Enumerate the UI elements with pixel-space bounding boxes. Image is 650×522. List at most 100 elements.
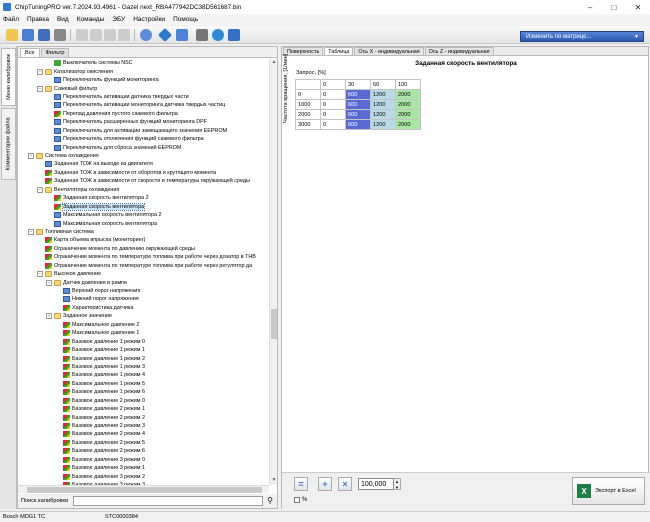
scroll-down-icon[interactable]: ▼	[270, 477, 278, 485]
menu-item-1[interactable]: Правка	[27, 16, 49, 23]
cut-icon[interactable]	[76, 29, 88, 41]
tree-item[interactable]: Базовое давление 2 режим 2	[18, 413, 268, 421]
tree-item[interactable]: Переключатель для активации замещающего …	[18, 127, 268, 135]
expand-toggle-icon[interactable]: -	[37, 68, 43, 75]
tab-axis-z[interactable]: Ось Z - индивидуальная	[424, 47, 494, 55]
side-tab-file-comments[interactable]: Комментарии файла	[1, 108, 16, 180]
map-cell[interactable]: 600	[345, 89, 371, 100]
tree-item[interactable]: Базовое давление 3 режим 1	[18, 464, 268, 472]
tree-item[interactable]: Заданная скорость вентилятора	[18, 202, 268, 211]
save-as-icon[interactable]	[38, 29, 50, 41]
save-icon[interactable]	[22, 29, 34, 41]
checkbox-box[interactable]	[294, 497, 300, 503]
map-cell[interactable]: 2000	[395, 109, 421, 120]
tree-item[interactable]: Переключатель активации мониторинга датч…	[18, 101, 268, 109]
tree-item[interactable]: Базовое давление 3 режим 2	[18, 472, 268, 480]
tree-item[interactable]: Ограничение момента по температуре топли…	[18, 262, 268, 270]
tree-item[interactable]: Базовое давление 2 режим 1	[18, 405, 268, 413]
tree-item[interactable]: Характеристика датчика	[18, 304, 268, 312]
tree-item[interactable]: Ограничение момента по давлению окружающ…	[18, 245, 268, 253]
hscroll-thumb[interactable]	[27, 487, 262, 493]
map-cell[interactable]: 0	[320, 99, 346, 110]
equals-icon[interactable]: =	[294, 477, 308, 491]
menu-item-3[interactable]: Команды	[77, 16, 105, 23]
tree-item[interactable]: - Сажевый фильтр	[18, 84, 268, 92]
tree-item[interactable]: Переключатель расширенных функций монито…	[18, 118, 268, 126]
tree-item[interactable]: Заданная ТОЖ в зависимости от скорости и…	[18, 177, 268, 185]
ecu-icon[interactable]	[228, 29, 240, 41]
menu-item-4[interactable]: ЭБУ	[112, 16, 125, 23]
tree-item[interactable]: Базовое давление 1 режим 1	[18, 346, 268, 354]
menu-item-5[interactable]: Настройки	[133, 16, 165, 23]
tree-item[interactable]: Заданная скорость вентилятора 2	[18, 194, 268, 202]
undo-icon[interactable]	[118, 29, 130, 41]
map-cell[interactable]: 600	[345, 99, 371, 110]
expand-toggle-icon[interactable]: -	[37, 85, 43, 92]
menu-item-0[interactable]: Файл	[3, 16, 19, 23]
minimize-button[interactable]: –	[578, 0, 602, 14]
tree-item[interactable]: Переключатель для сброса значений EEPROM	[18, 143, 268, 151]
expand-toggle-icon[interactable]: -	[28, 153, 34, 160]
tree-horizontal-scrollbar[interactable]	[18, 485, 269, 493]
paste-icon[interactable]	[104, 29, 116, 41]
value-spinner[interactable]: ▲ ▼	[394, 478, 401, 490]
tab-axis-x[interactable]: Ось X - индивидуальная	[354, 47, 424, 55]
tree-item[interactable]: Максимальное давление 1	[18, 329, 268, 337]
tree-item[interactable]: Базовое давление 1 режим 2	[18, 354, 268, 362]
change-by-matrix-button[interactable]: Изменить по матрице... ▼	[520, 31, 644, 42]
settings-icon[interactable]	[196, 29, 208, 41]
tree-item[interactable]: Заданная ТОЖ на выходе из двигателя	[18, 160, 268, 168]
globe-icon[interactable]	[212, 29, 224, 41]
tab-table[interactable]: Таблица	[324, 47, 354, 55]
checksum-icon[interactable]	[157, 27, 173, 43]
map-cell[interactable]: 2000	[395, 89, 421, 100]
tree-vertical-scrollbar[interactable]: ▲ ▼	[269, 59, 277, 485]
compare-icon[interactable]	[176, 29, 188, 41]
expand-toggle-icon[interactable]: -	[37, 271, 43, 278]
menu-item-6[interactable]: Помощь	[173, 16, 198, 23]
map-cell[interactable]: 0	[320, 89, 346, 100]
value-input[interactable]: 100,000	[358, 478, 394, 490]
tab-surface[interactable]: Поверхность	[283, 47, 324, 55]
plus-icon[interactable]: +	[318, 477, 332, 491]
y-axis-value[interactable]: 2000	[295, 109, 321, 120]
tree-item[interactable]: Переключатель отключения функций сажевог…	[18, 135, 268, 143]
tree-item[interactable]: Базовое давление 1 режим 5	[18, 380, 268, 388]
expand-toggle-icon[interactable]: -	[37, 186, 43, 193]
map-cell[interactable]: 1200	[370, 89, 396, 100]
tree-item[interactable]: Переключатель функций мониторинга	[18, 76, 268, 84]
tree-item[interactable]: Заданная ТОЖ в зависимости от оборотов и…	[18, 169, 268, 177]
maximize-button[interactable]: □	[602, 0, 626, 14]
search-icon[interactable]: ⚲	[265, 496, 275, 506]
tree-item[interactable]: Максимальное давление 2	[18, 321, 268, 329]
tree-item[interactable]: Базовое давление 3 режим 0	[18, 456, 268, 464]
tree-item[interactable]: Базовое давление 1 режим 6	[18, 388, 268, 396]
y-axis-value[interactable]: 3000	[295, 119, 321, 130]
tree-item[interactable]: - Катализатор окисления	[18, 67, 268, 75]
tree-item[interactable]: Переключатель активации датчика твердых …	[18, 93, 268, 101]
map-cell[interactable]: 0	[320, 109, 346, 120]
y-axis-value[interactable]: 0	[295, 89, 321, 100]
tree-item[interactable]: Базовое давление 2 режим 6	[18, 447, 268, 455]
export-excel-button[interactable]: X Экспорт в Excel	[572, 477, 645, 505]
tab-filter[interactable]: Фильтр	[40, 48, 70, 57]
map-cell[interactable]: 1200	[370, 99, 396, 110]
open-folder-icon[interactable]	[6, 29, 18, 41]
tree-item[interactable]: Выключатель системы NSC	[18, 59, 268, 67]
search-input[interactable]	[73, 496, 263, 506]
tree-item[interactable]: - Заданное значение	[18, 312, 268, 320]
multiply-icon[interactable]: ×	[338, 477, 352, 491]
tree-item[interactable]: Верхний порог напряжения	[18, 287, 268, 295]
tree-item[interactable]: Базовое давление 1 режим 0	[18, 337, 268, 345]
close-button[interactable]: ✕	[626, 0, 650, 14]
x-axis-value[interactable]: 100	[395, 79, 421, 90]
tree-item[interactable]: - Система охлаждения	[18, 152, 268, 160]
expand-toggle-icon[interactable]: -	[28, 228, 34, 235]
tree-item[interactable]: Максимальная скорость вентилятора 2	[18, 211, 268, 219]
scroll-up-icon[interactable]: ▲	[270, 59, 278, 67]
map-cell[interactable]: 600	[345, 109, 371, 120]
tree-item[interactable]: - Высокое давление	[18, 270, 268, 278]
find-icon[interactable]	[140, 29, 152, 41]
scroll-thumb[interactable]	[271, 309, 277, 339]
tree-item[interactable]: Базовое давление 1 режим 3	[18, 363, 268, 371]
